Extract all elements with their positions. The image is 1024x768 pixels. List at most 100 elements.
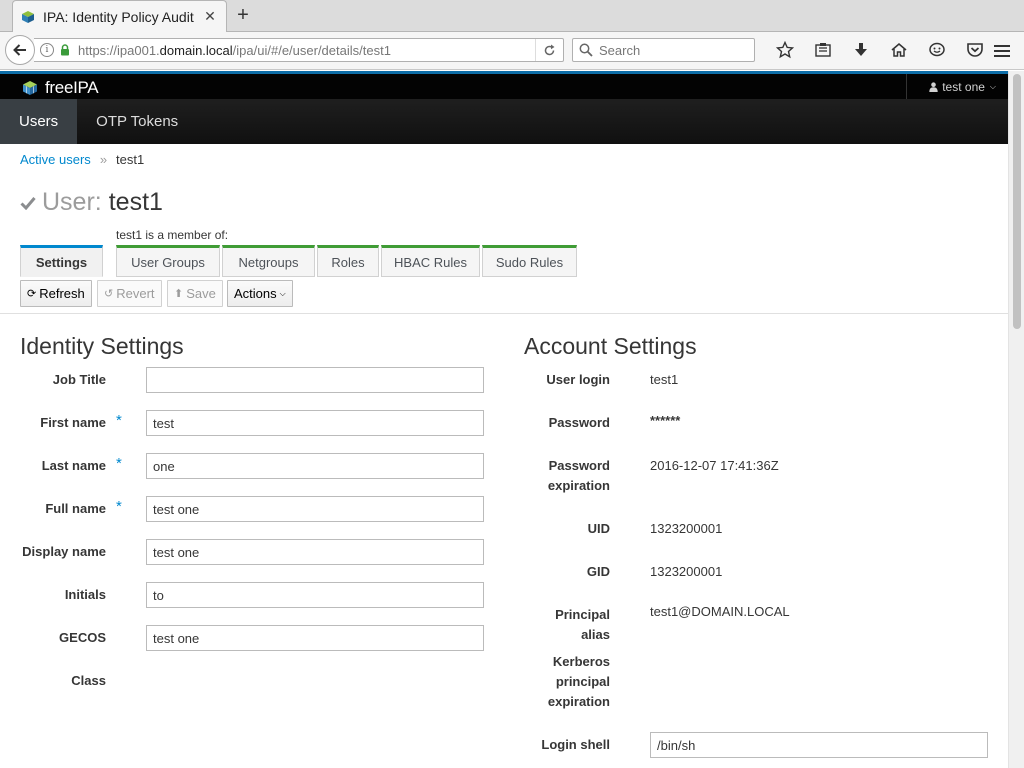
first-name-input[interactable] [146, 410, 484, 436]
reload-icon[interactable] [535, 39, 563, 61]
login-shell-label: Login shell [541, 737, 610, 752]
hello-chat-icon[interactable] [918, 38, 956, 62]
site-info-icon[interactable]: i [40, 43, 54, 57]
page-title-name: test1 [108, 188, 163, 216]
downloads-icon[interactable] [842, 38, 880, 62]
full-name-label: Full name [45, 501, 106, 516]
undo-icon: ↺ [104, 288, 114, 300]
user-menu-label: test one [942, 79, 985, 94]
revert-label: Revert [116, 286, 155, 301]
first-name-label: First name [40, 415, 106, 430]
refresh-icon: ⟳ [27, 288, 37, 300]
search-icon [579, 43, 593, 57]
gecos-input[interactable] [146, 625, 484, 651]
browser-tab-title: IPA: Identity Policy Audit [43, 8, 194, 25]
nav-item-otp-tokens[interactable]: OTP Tokens [77, 99, 197, 144]
back-button[interactable] [5, 35, 35, 65]
refresh-button[interactable]: ⟳ Refresh [20, 280, 92, 307]
password-expiration-value: 2016-12-07 17:41:36Z [650, 458, 779, 473]
action-bar: ⟳ Refresh ↺ Revert ⬆ Save Actions ⌵ [0, 279, 1008, 314]
menu-icon[interactable] [990, 40, 1014, 62]
uid-value: 1323200001 [650, 521, 723, 536]
revert-button[interactable]: ↺ Revert [97, 280, 162, 307]
tab-hbac-rules[interactable]: HBAC Rules [381, 245, 480, 277]
home-icon[interactable] [880, 38, 918, 62]
login-shell-input[interactable] [650, 732, 988, 758]
last-name-input[interactable] [146, 453, 484, 479]
initials-input[interactable] [146, 582, 484, 608]
chevron-down-icon: ⌵ [279, 288, 286, 298]
app-topbar: freeIPA test one ⌵ [0, 74, 1008, 99]
uid-label: UID [587, 521, 610, 536]
freeipa-cube-icon [23, 81, 37, 95]
freeipa-logo[interactable]: freeIPA [22, 78, 99, 98]
scrollbar-thumb[interactable] [1013, 74, 1021, 329]
save-button[interactable]: ⬆ Save [167, 280, 223, 307]
gid-label: GID [586, 564, 610, 579]
search-input[interactable] [599, 42, 749, 58]
required-indicator: * [116, 498, 122, 515]
new-tab-icon[interactable]: + [232, 5, 254, 27]
main-nav: Users OTP Tokens [0, 99, 1008, 144]
freeipa-logo-text: freeIPA [45, 78, 99, 97]
breadcrumb-current: test1 [116, 152, 145, 167]
check-icon [20, 196, 36, 210]
url-bar[interactable]: i https://ipa001.domain.local/ipa/ui/#/e… [34, 38, 564, 62]
back-arrow-icon [13, 44, 26, 56]
initials-label: Initials [64, 587, 106, 602]
nav-item-users[interactable]: Users [0, 99, 78, 144]
identity-settings-heading: Identity Settings [20, 333, 184, 359]
actions-label: Actions [234, 286, 277, 301]
url-text: https://ipa001.domain.local/ipa/ui/#/e/u… [78, 42, 391, 58]
chevron-down-icon: ⌵ [989, 81, 996, 91]
user-icon [929, 81, 938, 92]
required-indicator: * [116, 455, 122, 472]
principal-alias-value: test1@DOMAIN.LOCAL [650, 604, 790, 619]
bookmark-star-icon[interactable] [766, 38, 804, 62]
actions-dropdown[interactable]: Actions ⌵ [227, 280, 293, 307]
tab-sudo-rules[interactable]: Sudo Rules [482, 245, 577, 277]
user-login-label: User login [546, 372, 610, 387]
principal-alias-label: Principal alias [555, 607, 610, 642]
browser-navbar: i https://ipa001.domain.local/ipa/ui/#/e… [0, 32, 1024, 70]
password-value: ****** [650, 413, 681, 428]
display-name-label: Display name [22, 544, 106, 559]
tab-user-groups[interactable]: User Groups [116, 245, 220, 277]
upload-icon: ⬆ [174, 288, 184, 300]
page-title-kind: User: [42, 188, 102, 216]
display-name-input[interactable] [146, 539, 484, 565]
job-title-input[interactable] [146, 367, 484, 393]
kerberos-principal-expiration-label: Kerberos principal expiration [547, 654, 610, 709]
refresh-label: Refresh [39, 286, 85, 301]
class-label: Class [71, 673, 106, 688]
breadcrumb: Active users » test1 [20, 152, 144, 167]
bookmarks-library-icon[interactable] [804, 38, 842, 62]
browser-tabstrip: IPA: Identity Policy Audit ✕ + [0, 0, 1024, 32]
pocket-icon[interactable] [956, 38, 994, 62]
breadcrumb-active-users-link[interactable]: Active users [20, 152, 91, 167]
page-scrollbar[interactable] [1008, 71, 1024, 768]
password-label: Password [548, 415, 610, 430]
last-name-label: Last name [41, 458, 106, 473]
tab-roles[interactable]: Roles [317, 245, 379, 277]
member-of-label: test1 is a member of: [116, 228, 229, 242]
user-menu[interactable]: test one ⌵ [906, 74, 1008, 99]
freeipa-app: freeIPA test one ⌵ Users OTP Tokens Acti… [0, 71, 1008, 768]
search-bar[interactable] [572, 38, 755, 62]
required-indicator: * [116, 412, 122, 429]
page-title: User: test1 [20, 188, 163, 217]
freeipa-favicon-icon [22, 10, 34, 23]
password-expiration-label: Password expiration [547, 458, 610, 493]
gecos-label: GECOS [59, 630, 106, 645]
browser-tab[interactable]: IPA: Identity Policy Audit ✕ [12, 0, 227, 32]
save-label: Save [186, 286, 216, 301]
tab-netgroups[interactable]: Netgroups [222, 245, 315, 277]
full-name-input[interactable] [146, 496, 484, 522]
tab-settings[interactable]: Settings [20, 245, 103, 277]
gid-value: 1323200001 [650, 564, 723, 579]
close-tab-icon[interactable]: ✕ [202, 8, 218, 25]
lock-icon [61, 44, 69, 56]
breadcrumb-separator: » [99, 152, 108, 167]
account-settings-heading: Account Settings [524, 333, 697, 359]
job-title-label: Job Title [52, 372, 106, 387]
